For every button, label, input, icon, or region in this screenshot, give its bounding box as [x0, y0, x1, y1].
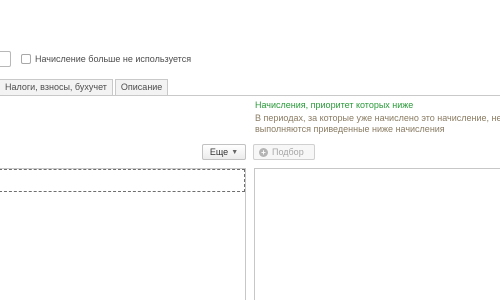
- text-field[interactable]: [0, 51, 11, 67]
- tab-description[interactable]: Описание: [114, 79, 169, 95]
- add-icon: +: [259, 147, 268, 157]
- accrual-form: Начисление больше не используется Налоги…: [0, 0, 500, 300]
- not-used-checkbox-row[interactable]: Начисление больше не используется: [21, 54, 191, 64]
- lower-priority-description: В периодах, за которые уже начислено это…: [255, 113, 500, 134]
- more-button[interactable]: Еще ▼: [202, 144, 246, 160]
- pick-button-label: Подбор: [272, 147, 304, 157]
- table-row[interactable]: [0, 169, 245, 192]
- tab-taxes[interactable]: Налоги, взносы, бухучет: [0, 79, 113, 95]
- tab-bar: Налоги, взносы, бухучет Описание: [0, 79, 170, 95]
- chevron-down-icon: ▼: [231, 148, 239, 156]
- not-used-checkbox-label: Начисление больше не используется: [35, 54, 192, 64]
- tab-divider: [0, 95, 500, 96]
- pick-button[interactable]: + Подбор: [253, 144, 315, 160]
- lower-priority-title: Начисления, приоритет которых ниже: [255, 100, 414, 110]
- lower-priority-table[interactable]: [254, 168, 500, 300]
- more-button-label: Еще: [209, 147, 229, 157]
- not-used-checkbox[interactable]: [21, 54, 31, 64]
- accruals-table[interactable]: [0, 168, 246, 300]
